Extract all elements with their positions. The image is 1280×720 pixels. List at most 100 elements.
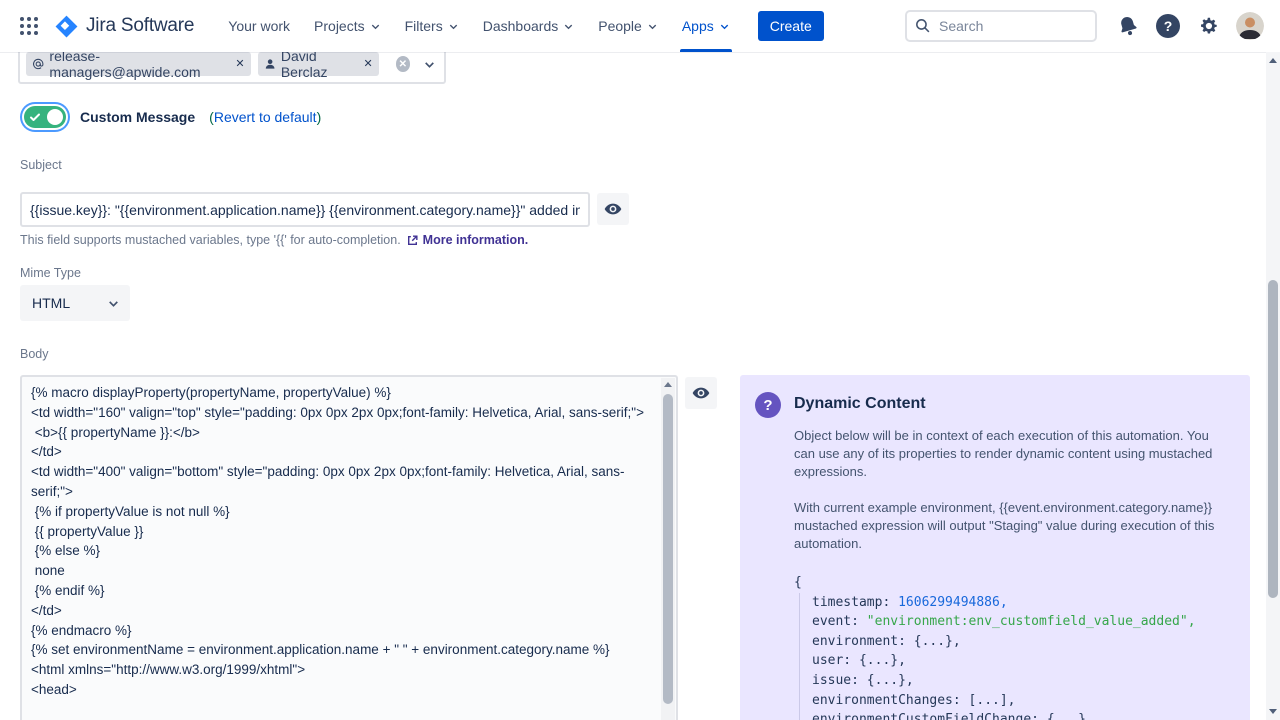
code-value: {...}, xyxy=(914,634,961,649)
chevron-down-icon xyxy=(423,58,436,71)
eye-icon xyxy=(691,383,711,403)
panel-paragraph-1: Object below will be in context of each … xyxy=(794,427,1226,481)
recipient-tag-user: David Berclaz ✕ xyxy=(258,52,379,76)
search-icon xyxy=(914,17,931,39)
remove-tag-button[interactable]: ✕ xyxy=(363,59,372,70)
more-information-link[interactable]: More information. xyxy=(406,233,529,247)
code-key: event: xyxy=(812,614,867,629)
form-content: release-managers@apwide.com ✕ David Berc… xyxy=(0,52,1266,720)
nav-item-label: People xyxy=(598,18,642,34)
main-menu: Your work Projects Filters Dashboards Pe… xyxy=(216,0,741,52)
grid-icon xyxy=(19,16,39,36)
subject-helper-text: This field supports mustached variables,… xyxy=(20,233,528,247)
nav-item-label: Projects xyxy=(314,18,365,34)
context-object-code: { timestamp: 1606299494886, event: "envi… xyxy=(794,573,1230,720)
help-circle-icon: ? xyxy=(755,392,781,418)
subject-input[interactable] xyxy=(20,192,590,227)
external-link-icon xyxy=(406,234,419,247)
more-info-label: More information. xyxy=(423,233,529,247)
custom-message-toggle[interactable] xyxy=(24,106,66,128)
nav-item-your-work[interactable]: Your work xyxy=(216,0,302,52)
notifications-button[interactable] xyxy=(1117,15,1139,37)
search-box xyxy=(905,10,1097,42)
person-icon xyxy=(264,57,276,71)
chevron-down-icon xyxy=(370,21,381,32)
check-icon xyxy=(29,110,41,128)
nav-item-label: Your work xyxy=(228,18,290,34)
recipient-tag-label: release-managers@apwide.com xyxy=(49,48,228,80)
code-line-timestamp: timestamp: 1606299494886, xyxy=(812,593,1230,613)
nav-item-label: Dashboards xyxy=(483,18,559,34)
page-scrollbar-thumb[interactable] xyxy=(1268,280,1278,598)
custom-message-row: Custom Message (Revert to default) xyxy=(24,106,321,128)
body-editor-content[interactable]: {% macro displayProperty(propertyName, p… xyxy=(22,377,660,720)
body-editor-scrollbar[interactable] xyxy=(661,378,675,720)
code-value: [...], xyxy=(969,693,1016,708)
jira-logo[interactable]: Jira Software xyxy=(54,14,194,39)
recipient-tag-label: David Berclaz xyxy=(281,48,357,80)
panel-paragraph-2: With current example environment, {{even… xyxy=(794,499,1226,553)
scroll-down-arrow-icon[interactable] xyxy=(1269,709,1277,714)
panel-body: Object below will be in context of each … xyxy=(794,427,1230,720)
dynamic-content-panel: ? Dynamic Content Object below will be i… xyxy=(740,375,1250,720)
code-key: environmentCustomFieldChange: xyxy=(812,712,1047,720)
subject-preview-button[interactable] xyxy=(597,193,629,225)
code-line-user: user: {...}, xyxy=(812,651,1230,671)
scroll-up-arrow-icon[interactable] xyxy=(1269,58,1277,63)
body-scrollbar-thumb[interactable] xyxy=(663,394,673,704)
code-line-event: event: "environment:env_customfield_valu… xyxy=(812,612,1230,632)
code-key: timestamp: xyxy=(812,595,898,610)
mime-type-select[interactable]: HTML xyxy=(20,285,130,321)
panel-header: ? Dynamic Content xyxy=(755,392,1230,418)
nav-icon-group: ? xyxy=(1117,12,1264,40)
body-label: Body xyxy=(20,347,49,361)
nav-item-projects[interactable]: Projects xyxy=(302,0,393,52)
panel-title: Dynamic Content xyxy=(794,395,926,418)
app-switcher-icon[interactable] xyxy=(16,13,42,39)
remove-tag-button[interactable]: ✕ xyxy=(235,59,244,70)
subject-label: Subject xyxy=(20,158,62,172)
search-input[interactable] xyxy=(905,10,1097,42)
body-preview-button[interactable] xyxy=(685,377,717,409)
chevron-down-icon xyxy=(719,21,730,32)
nav-item-people[interactable]: People xyxy=(586,0,670,52)
nav-item-filters[interactable]: Filters xyxy=(393,0,471,52)
code-line-issue: issue: {...}, xyxy=(812,671,1230,691)
top-navigation: Jira Software Your work Projects Filters… xyxy=(0,0,1280,52)
scroll-up-arrow-icon[interactable] xyxy=(664,382,672,387)
recipient-tag-email: release-managers@apwide.com ✕ xyxy=(26,52,251,76)
code-value: "environment:env_customfield_value_added… xyxy=(867,614,1196,629)
page-scrollbar[interactable] xyxy=(1266,52,1280,720)
body-editor[interactable]: {% macro displayProperty(propertyName, p… xyxy=(20,375,678,720)
code-value: {...}, xyxy=(867,673,914,688)
code-key: environment: xyxy=(812,634,914,649)
eye-icon xyxy=(603,199,623,219)
help-button[interactable]: ? xyxy=(1156,14,1180,38)
code-line-environment: environment: {...}, xyxy=(812,632,1230,652)
recipients-dropdown-chevron[interactable] xyxy=(423,58,436,71)
jira-diamond-icon xyxy=(54,14,79,39)
at-icon xyxy=(32,57,44,71)
mime-type-label: Mime Type xyxy=(20,266,81,280)
gear-icon xyxy=(1197,15,1219,37)
nav-item-dashboards[interactable]: Dashboards xyxy=(471,0,587,52)
chevron-down-icon xyxy=(563,21,574,32)
code-key: environmentChanges: xyxy=(812,693,969,708)
bell-icon xyxy=(1114,12,1141,39)
code-line-custom-field-change: environmentCustomFieldChange: {...} xyxy=(812,710,1230,720)
create-button[interactable]: Create xyxy=(758,11,824,41)
profile-button[interactable] xyxy=(1236,12,1264,40)
avatar xyxy=(1236,12,1264,40)
settings-button[interactable] xyxy=(1197,15,1219,37)
clear-all-button[interactable]: ✕ xyxy=(396,56,410,72)
question-mark-icon: ? xyxy=(1156,14,1180,38)
helper-text: This field supports mustached variables,… xyxy=(20,233,401,247)
code-key: user: xyxy=(812,653,859,668)
nav-item-label: Filters xyxy=(405,18,443,34)
code-lines: timestamp: 1606299494886, event: "enviro… xyxy=(799,593,1230,720)
revert-to-default-link[interactable]: Revert to default xyxy=(214,109,317,125)
nav-item-apps[interactable]: Apps xyxy=(670,0,742,52)
revert-to-default: (Revert to default) xyxy=(209,109,321,125)
chevron-down-icon xyxy=(107,297,120,310)
active-tab-indicator xyxy=(680,49,732,52)
